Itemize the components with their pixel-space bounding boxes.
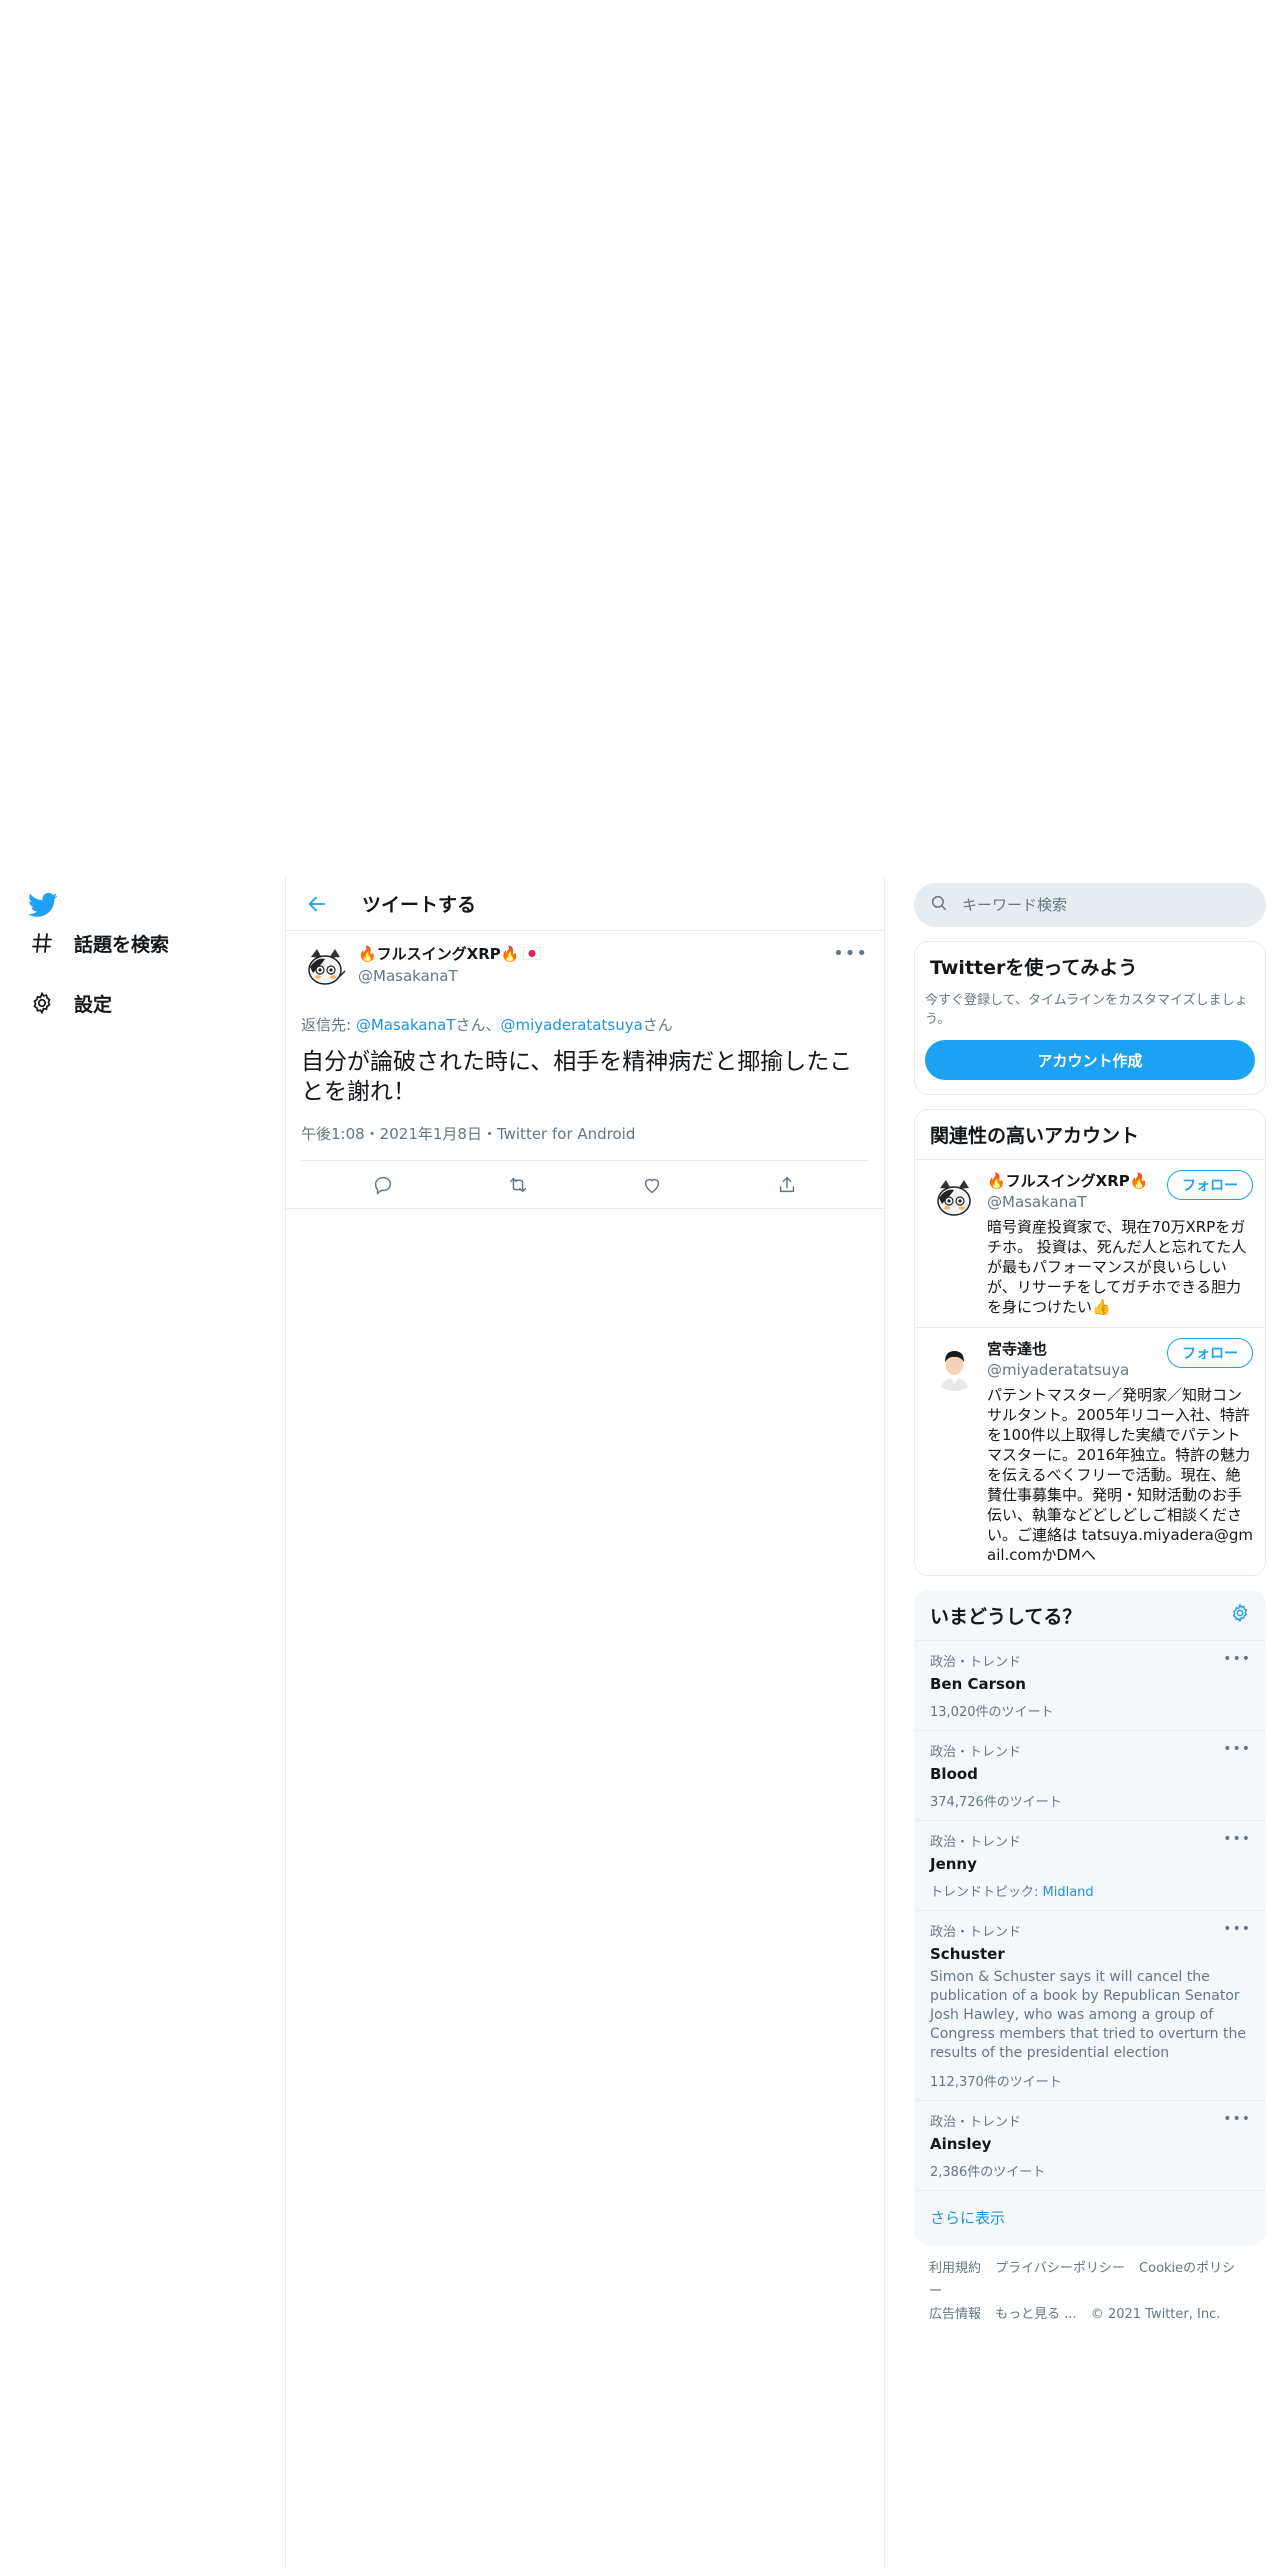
- more-options-icon[interactable]: •••: [1223, 1921, 1251, 1937]
- page-title: ツイートする: [362, 894, 477, 916]
- mention-link[interactable]: @MasakanaT: [356, 1016, 456, 1034]
- reply-to-line: 返信先: @MasakanaTさん、@miyaderatatsuyaさん: [301, 1016, 673, 1034]
- show-more-link[interactable]: さらに表示: [915, 2190, 1265, 2244]
- gear-icon: [28, 989, 56, 1017]
- related-account[interactable]: 宮寺達也 @miyaderatatsuya フォロー パテントマスター／発明家／…: [915, 1327, 1265, 1575]
- trends-card: いまどうしてる？ 政治・トレンド Ben Carson 13,020件のツイート…: [914, 1590, 1266, 2245]
- follow-button[interactable]: フォロー: [1167, 1338, 1253, 1368]
- account-avatar[interactable]: [930, 1174, 979, 1223]
- trend-count: 374,726件のツイート: [930, 1795, 1062, 1810]
- retweet-icon[interactable]: [500, 1167, 536, 1203]
- trend-topic: トレンドトピック: Midland: [930, 1885, 1094, 1900]
- more-options-icon[interactable]: •••: [1223, 1651, 1251, 1667]
- trend-name: Ben Carson: [930, 1675, 1026, 1693]
- follow-button[interactable]: フォロー: [1167, 1170, 1253, 1200]
- tweet-actions: [286, 1161, 884, 1209]
- trend-name: Schuster: [930, 1945, 1005, 1963]
- account-bio: パテントマスター／発明家／知財コンサルタント。2005年リコー入社、特許を100…: [987, 1386, 1253, 1564]
- trend-name: Jenny: [930, 1855, 977, 1873]
- back-arrow-icon[interactable]: [300, 887, 334, 921]
- nav-explore-label: 話題を検索: [74, 933, 170, 956]
- author-avatar[interactable]: [301, 943, 350, 992]
- trend-item[interactable]: 政治・トレンド Ben Carson 13,020件のツイート •••: [915, 1640, 1265, 1730]
- right-sidebar: Twitterを使ってみよう 今すぐ登録して、タイムラインをカスタマイズしましょ…: [914, 877, 1266, 2338]
- account-handle: @miyaderatatsuya: [987, 1361, 1130, 1379]
- search-bar[interactable]: [914, 883, 1266, 927]
- footer-ads-link[interactable]: 広告情報: [929, 2307, 981, 2322]
- japan-flag-icon: [523, 947, 542, 960]
- like-heart-icon[interactable]: [634, 1167, 670, 1203]
- create-account-button[interactable]: アカウント作成: [925, 1040, 1255, 1080]
- signup-description: 今すぐ登録して、タイムラインをカスタマイズしましょう。: [925, 993, 1248, 1027]
- main-header: ツイートする: [286, 877, 884, 931]
- tweet: 🔥フルスイングXRP🔥 @MasakanaT ••• 返信先: @Masakan…: [286, 931, 884, 1209]
- trend-item[interactable]: 政治・トレンド Ainsley 2,386件のツイート •••: [915, 2100, 1265, 2190]
- reply-icon[interactable]: [365, 1167, 401, 1203]
- search-icon: [930, 894, 948, 916]
- more-options-icon[interactable]: •••: [1223, 1741, 1251, 1757]
- more-options-icon[interactable]: •••: [1223, 2111, 1251, 2127]
- settings-gear-icon[interactable]: [1230, 1603, 1250, 1628]
- footer-copyright: © 2021 Twitter, Inc.: [1090, 2307, 1221, 2322]
- trend-count: 112,370件のツイート: [930, 2075, 1062, 2090]
- main-column: ツイートする 🔥フルスイングXRP🔥 @MasakanaT ••• 返信先: @…: [285, 877, 885, 2568]
- footer-more-link[interactable]: もっと見る ...: [995, 2307, 1077, 2322]
- trend-count: 13,020件のツイート: [930, 1705, 1054, 1720]
- footer-privacy-link[interactable]: プライバシーポリシー: [995, 2261, 1125, 2276]
- footer: 利用規約 プライバシーポリシー Cookieのポリシー 広告情報 もっと見る .…: [914, 2245, 1266, 2338]
- tweet-timestamp[interactable]: 午後1:08・2021年1月8日・Twitter for Android: [301, 1123, 869, 1161]
- left-navigation: 話題を検索 設定: [0, 877, 285, 2568]
- author-name[interactable]: 🔥フルスイングXRP🔥: [358, 943, 869, 964]
- signup-card: Twitterを使ってみよう 今すぐ登録して、タイムラインをカスタマイズしましょ…: [914, 941, 1266, 1095]
- footer-terms-link[interactable]: 利用規約: [929, 2261, 981, 2276]
- hashtag-icon: [28, 929, 56, 957]
- share-icon[interactable]: [769, 1167, 805, 1203]
- trend-item[interactable]: 政治・トレンド Schuster Simon & Schuster says i…: [915, 1910, 1265, 2100]
- related-accounts-card: 関連性の高いアカウント 🔥フルスイングXRP🔥 @MasakanaT フォロー …: [914, 1109, 1266, 1576]
- twitter-logo-icon[interactable]: [28, 890, 62, 924]
- account-bio: 暗号資産投資家で、現在70万XRPをガチホ。 投資は、死んだ人と忘れてた人が最も…: [987, 1218, 1247, 1316]
- nav-settings-label: 設定: [74, 993, 113, 1016]
- more-options-icon[interactable]: •••: [833, 943, 868, 964]
- trend-item[interactable]: 政治・トレンド Jenny トレンドトピック: Midland •••: [915, 1820, 1265, 1910]
- mention-link[interactable]: @miyaderatatsuya: [500, 1016, 642, 1034]
- blank-area: [0, 0, 1284, 877]
- trend-name: Blood: [930, 1765, 978, 1783]
- related-title: 関連性の高いアカウント: [930, 1125, 1140, 1147]
- search-input[interactable]: [962, 896, 1222, 914]
- nav-settings[interactable]: 設定: [28, 983, 112, 1023]
- tweet-text: 自分が論破された時に、相手を精神病だと揶揄したことを謝れ！: [301, 1049, 853, 1105]
- trend-topic-link[interactable]: Midland: [1043, 1885, 1094, 1900]
- trends-title: いまどうしてる？: [930, 1606, 1082, 1628]
- account-avatar[interactable]: [930, 1342, 979, 1391]
- nav-explore[interactable]: 話題を検索: [28, 923, 169, 963]
- account-handle: @MasakanaT: [987, 1193, 1087, 1211]
- more-options-icon[interactable]: •••: [1223, 1831, 1251, 1847]
- trend-description: Simon & Schuster says it will cancel the…: [930, 1969, 1246, 2061]
- account-name: 宮寺達也: [987, 1340, 1048, 1358]
- related-account[interactable]: 🔥フルスイングXRP🔥 @MasakanaT フォロー 暗号資産投資家で、現在7…: [915, 1159, 1265, 1327]
- trend-name: Ainsley: [930, 2135, 992, 2153]
- signup-title: Twitterを使ってみよう: [930, 957, 1138, 979]
- trend-count: 2,386件のツイート: [930, 2165, 1046, 2180]
- author-handle[interactable]: @MasakanaT: [358, 967, 869, 985]
- account-name: 🔥フルスイングXRP🔥: [987, 1172, 1149, 1190]
- trend-item[interactable]: 政治・トレンド Blood 374,726件のツイート •••: [915, 1730, 1265, 1820]
